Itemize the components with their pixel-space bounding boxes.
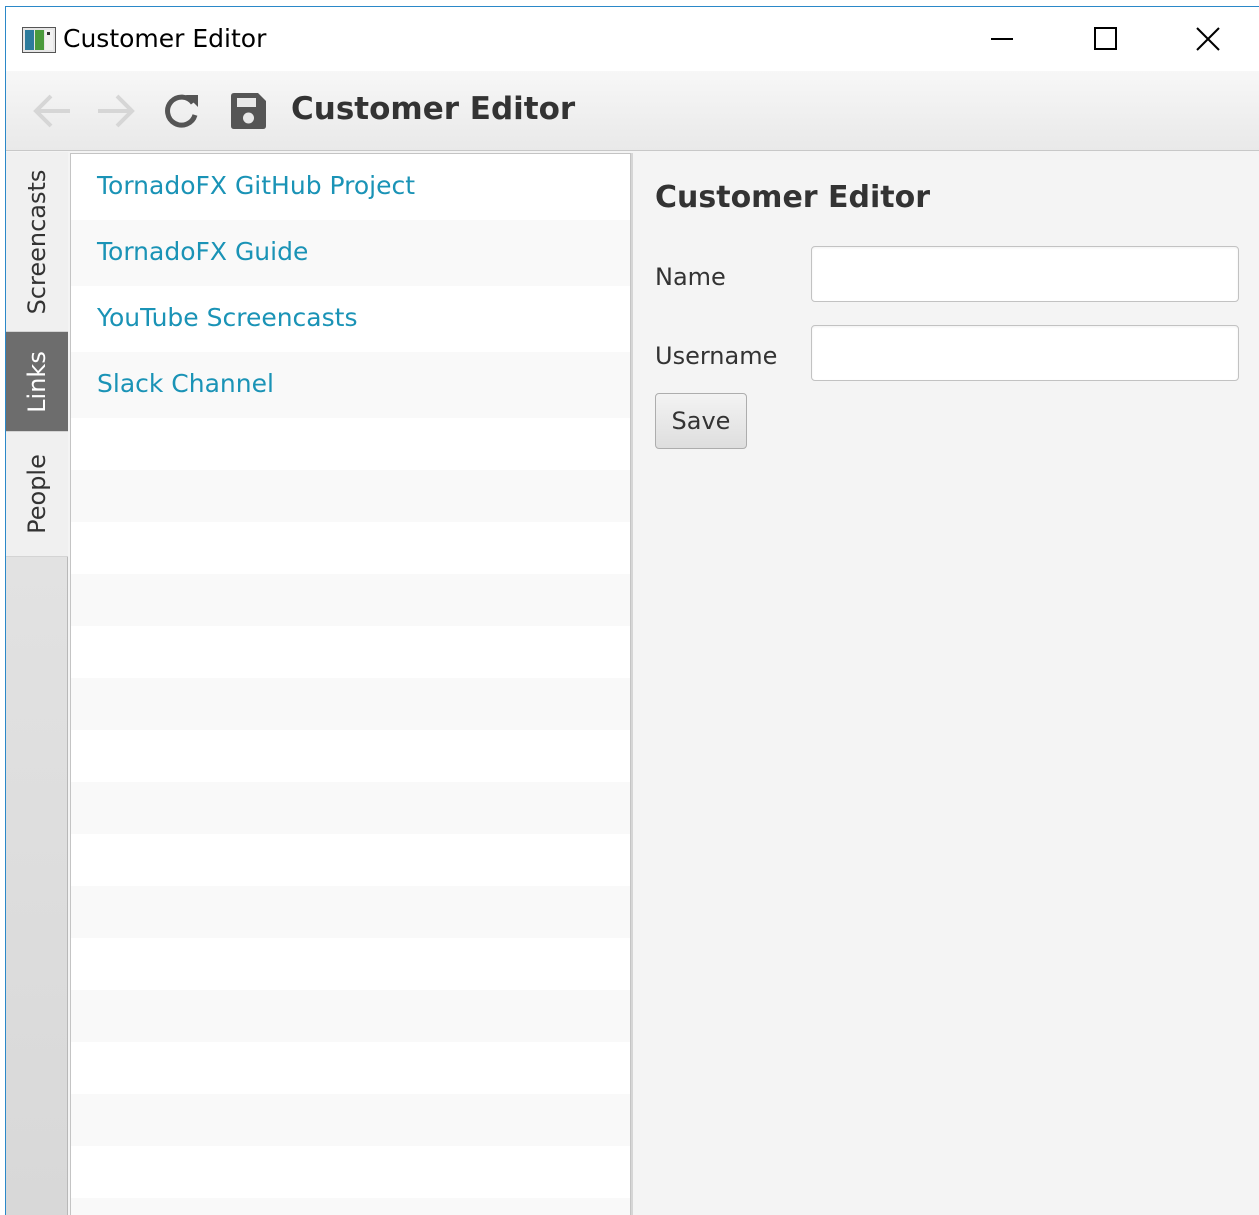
maximize-icon — [1094, 27, 1117, 50]
username-field[interactable] — [811, 325, 1239, 381]
name-label: Name — [655, 263, 726, 291]
empty-list-row — [71, 418, 630, 470]
tab-screencasts-label: Screencasts — [23, 169, 51, 314]
list-item[interactable]: TornadoFX GitHub Project — [71, 154, 630, 220]
link-tornadofx-github-project[interactable]: TornadoFX GitHub Project — [97, 171, 415, 200]
window-title: Customer Editor — [63, 24, 267, 53]
title-bar: Customer Editor — [6, 7, 1259, 71]
empty-list-row — [71, 678, 630, 730]
empty-list-row — [71, 730, 630, 782]
empty-list-row — [71, 1094, 630, 1146]
empty-list-row — [71, 782, 630, 834]
tab-links[interactable]: Links — [6, 332, 68, 432]
empty-list-row — [71, 522, 630, 574]
save-disk-icon — [231, 93, 266, 129]
refresh-icon — [165, 94, 198, 128]
toolbar-title: Customer Editor — [291, 91, 576, 127]
minimize-icon — [991, 38, 1013, 40]
list-item[interactable]: TornadoFX Guide — [71, 220, 630, 286]
refresh-button[interactable] — [160, 89, 204, 133]
close-button[interactable] — [1156, 7, 1259, 71]
back-arrow-icon — [33, 94, 70, 128]
save-toolbar-button[interactable] — [226, 89, 270, 133]
maximize-button[interactable] — [1054, 7, 1158, 71]
empty-list-row — [71, 470, 630, 522]
link-youtube-screencasts[interactable]: YouTube Screencasts — [97, 303, 357, 332]
empty-list-row — [71, 990, 630, 1042]
empty-list-row — [71, 1042, 630, 1094]
application-window: Customer Editor Customer Editor Screenca… — [5, 6, 1259, 1215]
link-tornadofx-guide[interactable]: TornadoFX Guide — [97, 237, 308, 266]
forward-arrow-icon — [98, 94, 135, 128]
customer-editor-form: Customer Editor Name Username Save — [633, 152, 1259, 1215]
links-list[interactable]: TornadoFX GitHub Project TornadoFX Guide… — [70, 153, 631, 1215]
tab-screencasts[interactable]: Screencasts — [6, 152, 68, 332]
empty-list-row — [71, 938, 630, 990]
name-field[interactable] — [811, 246, 1239, 302]
side-tab-bar: Screencasts Links People — [6, 152, 68, 1215]
empty-list-row — [71, 834, 630, 886]
minimize-button[interactable] — [950, 7, 1054, 71]
list-item[interactable]: Slack Channel — [71, 352, 630, 418]
username-label: Username — [655, 342, 778, 370]
back-button[interactable] — [30, 89, 74, 133]
link-slack-channel[interactable]: Slack Channel — [97, 369, 274, 398]
empty-list-row — [71, 1198, 630, 1215]
toolbar: Customer Editor — [6, 71, 1259, 151]
empty-list-row — [71, 574, 630, 626]
save-button[interactable]: Save — [655, 393, 747, 449]
tab-people-label: People — [23, 454, 51, 534]
tab-people[interactable]: People — [6, 432, 68, 557]
empty-list-row — [71, 1146, 630, 1198]
app-icon — [22, 27, 56, 53]
close-icon — [1196, 27, 1220, 51]
forward-button[interactable] — [94, 89, 138, 133]
empty-list-row — [71, 886, 630, 938]
tab-links-label: Links — [23, 350, 51, 413]
empty-list-row — [71, 626, 630, 678]
list-item[interactable]: YouTube Screencasts — [71, 286, 630, 352]
form-title: Customer Editor — [655, 180, 931, 215]
